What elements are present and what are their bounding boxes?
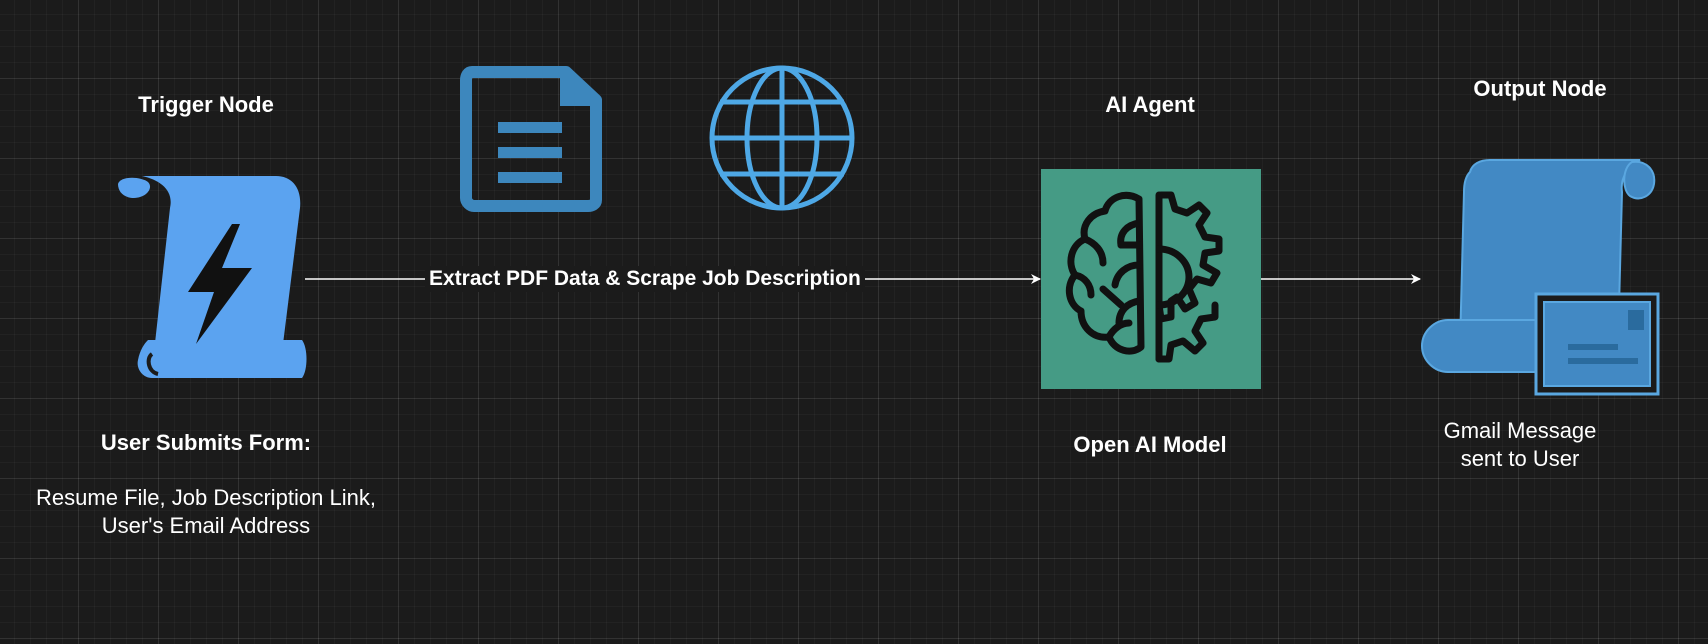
agent-node-heading: AI Agent (1105, 92, 1195, 117)
trigger-node-heading: Trigger Node (138, 92, 274, 117)
trigger-caption-title: User Submits Form: (100, 430, 312, 455)
edge-label-extract: Extract PDF Data & Scrape Job Descriptio… (425, 266, 865, 292)
agent-caption: Open AI Model (1073, 432, 1227, 457)
globe-icon (708, 64, 856, 212)
scroll-lightning-icon (112, 176, 310, 382)
agent-box (1041, 169, 1261, 389)
trigger-caption-line2: User's Email Address (101, 513, 311, 538)
trigger-caption-line1: Resume File, Job Description Link, (36, 485, 376, 510)
output-caption-line2: sent to User (1460, 446, 1580, 471)
output-caption-line1: Gmail Message (1443, 418, 1597, 443)
brain-gear-icon (1065, 191, 1223, 363)
document-icon (460, 66, 602, 212)
scroll-envelope-icon (1418, 159, 1662, 400)
diagram-canvas: Extract PDF Data & Scrape Job Descriptio… (0, 0, 1708, 644)
output-node-heading: Output Node (1473, 76, 1607, 101)
